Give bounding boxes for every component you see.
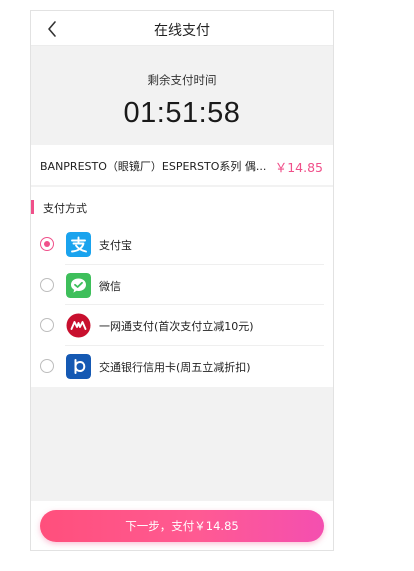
cmb-icon [66, 313, 91, 338]
payment-option-alipay[interactable]: 支付宝 [31, 224, 333, 265]
radio-button[interactable] [40, 237, 54, 251]
alipay-icon [66, 232, 91, 257]
section-header: 支付方式 [31, 200, 333, 215]
section-title: 支付方式 [43, 202, 87, 215]
countdown-label: 剩余支付时间 [147, 73, 217, 87]
page-title: 在线支付 [154, 23, 210, 39]
order-summary: BANPRESTO（眼镜厂）ESPERSTO系列 偶... ￥14.85 [31, 145, 333, 185]
radio-button[interactable] [40, 318, 54, 332]
payment-option-label: 微信 [99, 279, 121, 293]
payment-option-wechat[interactable]: 微信 [31, 265, 333, 305]
wechat-icon [66, 272, 91, 298]
bocom-icon [66, 353, 91, 379]
countdown-value: 01:51:58 [123, 97, 241, 129]
radio-button[interactable] [40, 277, 54, 292]
payment-option-label: 交通银行信用卡(周五立减折扣) [99, 360, 251, 374]
payment-option-bocom[interactable]: 交通银行信用卡(周五立减折扣) [31, 346, 333, 387]
order-price: ￥14.85 [274, 160, 323, 175]
next-pay-button[interactable]: 下一步，支付￥14.85 [40, 510, 324, 542]
payment-methods-section: 支付方式 支付宝 微信 一网通支付(首次支付立减10元) 交通银行信用卡(周五立… [31, 187, 333, 387]
payment-screen: 在线支付 剩余支付时间 01:51:58 BANPRESTO（眼镜厂）ESPER… [30, 10, 334, 551]
navbar: 在线支付 [31, 11, 333, 46]
order-product-name: BANPRESTO（眼镜厂）ESPERSTO系列 偶... [40, 160, 267, 173]
payment-option-cmb[interactable]: 一网通支付(首次支付立减10元) [31, 305, 333, 346]
payment-option-label: 一网通支付(首次支付立减10元) [99, 320, 254, 333]
payment-option-label: 支付宝 [99, 239, 132, 252]
radio-button[interactable] [40, 358, 54, 373]
footer-bar: 下一步，支付￥14.85 [31, 501, 333, 550]
section-accent-bar [31, 200, 34, 214]
countdown-panel: 剩余支付时间 01:51:58 [31, 47, 333, 154]
payment-method-list: 支付宝 微信 一网通支付(首次支付立减10元) 交通银行信用卡(周五立减折扣) [31, 224, 333, 386]
